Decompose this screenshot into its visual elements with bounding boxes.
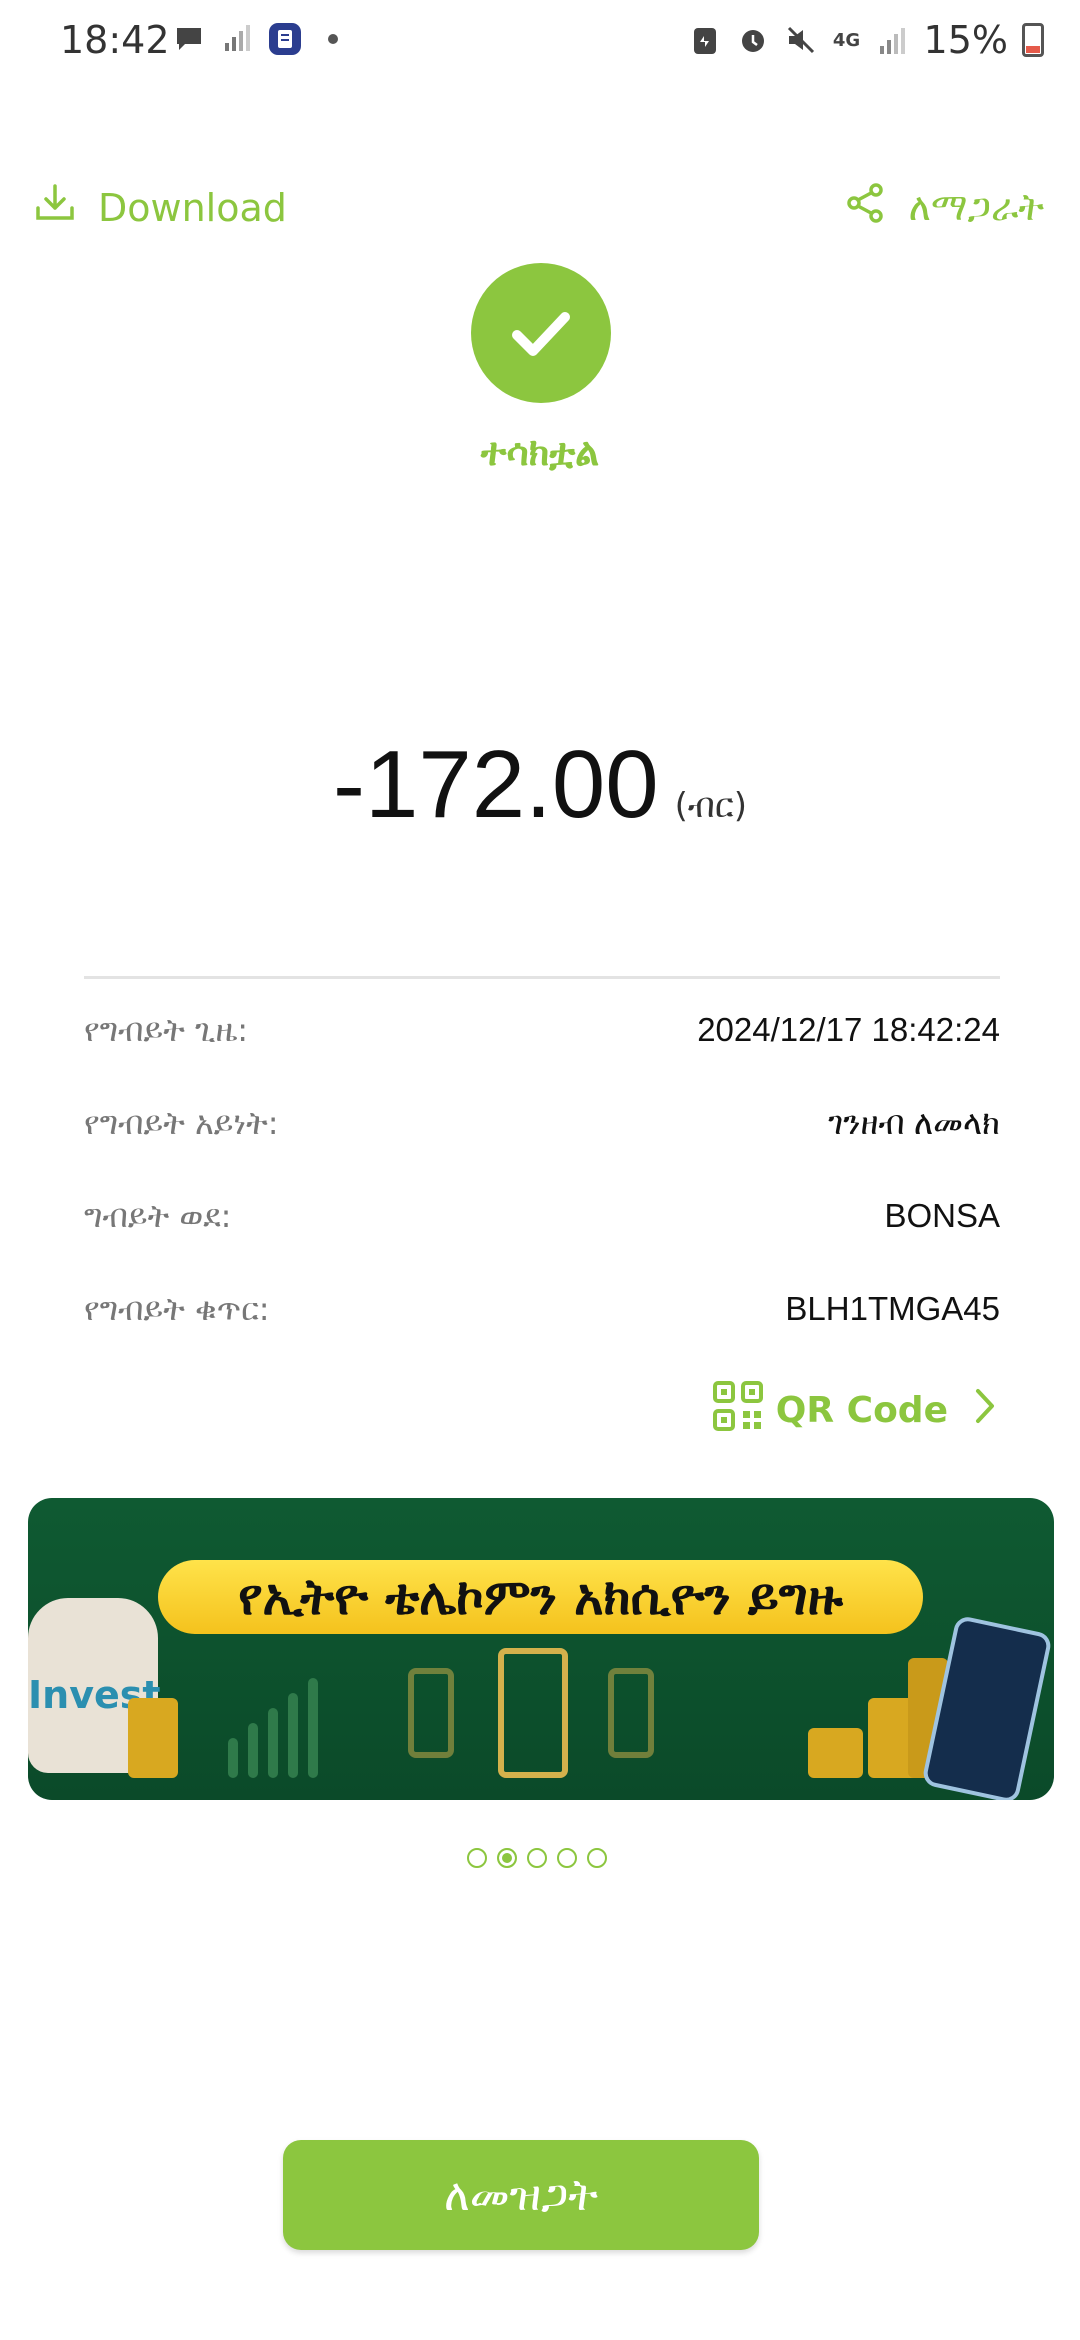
success-check-icon (471, 263, 611, 403)
battery-icon (1022, 23, 1044, 57)
download-button[interactable]: Download (34, 182, 287, 233)
success-label: ተሳክቷል (480, 430, 600, 474)
status-icons-left (172, 22, 350, 56)
hourglass-image-small (608, 1668, 654, 1758)
detail-label: የግብይት አይነት: (84, 1103, 279, 1142)
detail-row-transaction-id: የግብይት ቁጥር: BLH1TMGA45 (84, 1279, 1000, 1339)
chevron-right-icon (974, 1387, 996, 1434)
share-label: ለማጋራት (908, 185, 1044, 229)
detail-row-type: የግብይት አይነት: ገንዘብ ለመላክ (84, 1093, 1000, 1153)
divider (84, 976, 1000, 979)
alarm-icon (736, 23, 770, 57)
detail-value: ገንዘብ ለመላክ (828, 1103, 1000, 1141)
carousel-dot[interactable] (527, 1848, 547, 1868)
amount-display: -172.00 (ብር) (0, 730, 1080, 840)
carousel-dot[interactable] (467, 1848, 487, 1868)
chat-bubble-icon (172, 22, 206, 56)
detail-label: የግብይት ጊዜ: (84, 1010, 249, 1049)
carousel-dot-active[interactable] (497, 1848, 517, 1868)
qr-code-label: QR Code (775, 1390, 948, 1431)
carousel-dot[interactable] (557, 1848, 577, 1868)
clipboard-icon (688, 23, 722, 57)
detail-value: BLH1TMGA45 (785, 1290, 1000, 1327)
no-signal-icon (220, 22, 254, 56)
mute-icon (784, 23, 818, 57)
carousel-pagination (467, 1848, 607, 1868)
amount-value: -172.00 (333, 731, 659, 838)
qr-code-link[interactable]: QR Code (712, 1380, 996, 1441)
download-icon (34, 182, 76, 233)
detail-row-recipient: ግብይት ወደ: BONSA (84, 1186, 1000, 1246)
network-4g-icon: 4G (832, 29, 861, 51)
status-icons-right: 4G 15% (688, 18, 1044, 62)
battery-percent: 15% (923, 18, 1008, 62)
app-notification-icon (268, 22, 302, 56)
phone-chart-image (921, 1614, 1053, 1800)
dot-icon (316, 22, 350, 56)
detail-value: BONSA (884, 1197, 1000, 1234)
detail-label: የግብይት ቁጥር: (84, 1289, 270, 1328)
banner-title: የኢትዮ ቴሌኮምን አክሲዮን ይግዙ (158, 1560, 923, 1634)
close-button[interactable]: ለመዝጋት (283, 2140, 759, 2250)
hourglass-image-small (408, 1668, 454, 1758)
status-bar: 18:42 4G 15% (0, 0, 1080, 90)
signal-icon (876, 23, 910, 57)
hourglass-image (498, 1648, 568, 1778)
share-button[interactable]: ለማጋራት (845, 182, 1044, 233)
detail-label: ግብይት ወደ: (84, 1196, 232, 1235)
share-icon (845, 182, 885, 233)
promo-banner[interactable]: Invest የኢትዮ ቴሌኮምን አክሲዮን ይግዙ (28, 1498, 1054, 1800)
carousel-dot[interactable] (587, 1848, 607, 1868)
detail-value: 2024/12/17 18:42:24 (697, 1011, 1000, 1048)
detail-row-time: የግብይት ጊዜ: 2024/12/17 18:42:24 (84, 1000, 1000, 1060)
qr-code-icon (712, 1380, 764, 1441)
status-time: 18:42 (60, 18, 170, 62)
download-label: Download (98, 185, 287, 230)
amount-currency: (ብር) (674, 786, 747, 826)
